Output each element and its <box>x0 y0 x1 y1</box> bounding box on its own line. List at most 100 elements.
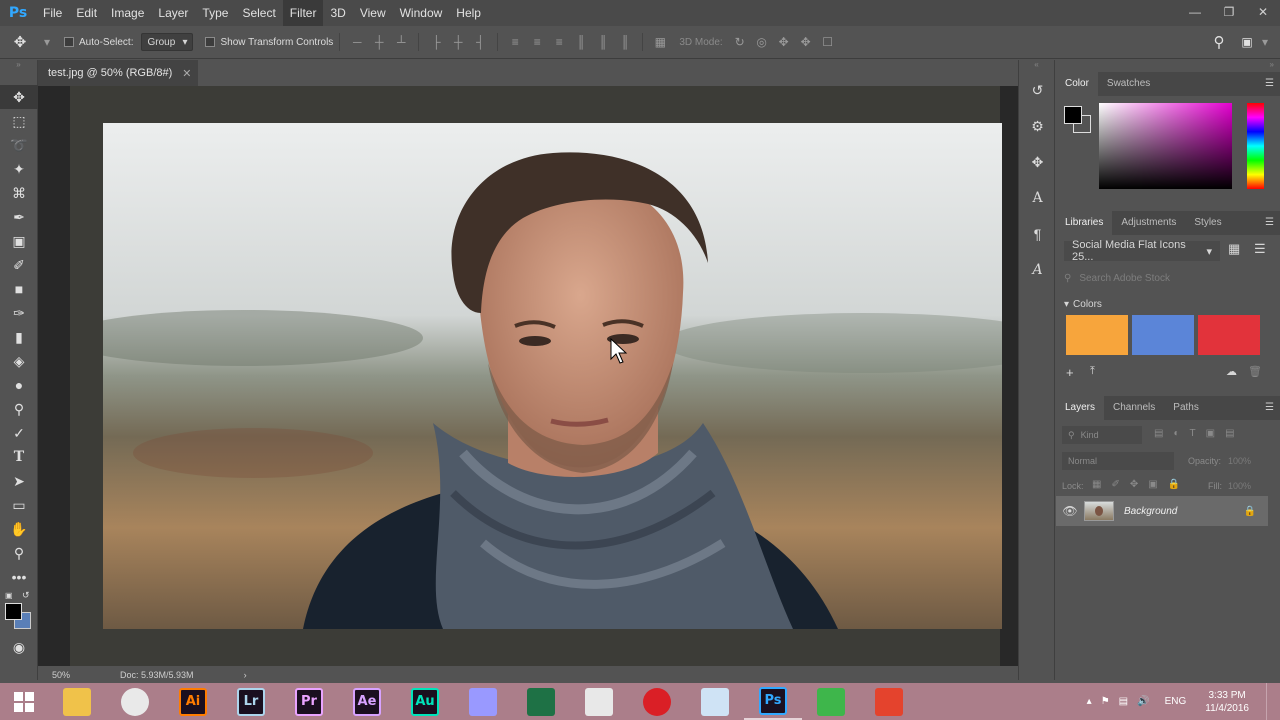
panel-menu-icon[interactable]: ☰ <box>1265 217 1274 228</box>
clone-stamp-tool-icon[interactable]: ■ <box>0 277 38 301</box>
history-brush-tool-icon[interactable]: ✑ <box>0 301 38 325</box>
tab-paths[interactable]: Paths <box>1164 396 1208 420</box>
distribute-bottom-icon[interactable]: ≡ <box>548 26 570 59</box>
trash-icon[interactable]: 🗑 <box>1248 365 1262 378</box>
filter-adjustment-icon[interactable]: ◐ <box>1173 428 1179 439</box>
collapse-chevron-icon[interactable]: « <box>1019 60 1054 72</box>
stock-search[interactable]: ⚲ Search Adobe Stock <box>1064 269 1272 287</box>
chevron-down-icon[interactable]: ▾ <box>40 26 54 59</box>
auto-select-checkbox[interactable] <box>64 37 74 47</box>
adjustments-panel-icon[interactable]: ✥ <box>1019 144 1056 180</box>
3d-roll-icon[interactable]: ◎ <box>751 26 773 59</box>
document-tab[interactable]: test.jpg @ 50% (RGB/8#) ✕ <box>38 60 198 86</box>
library-swatch-blue[interactable] <box>1132 315 1194 355</box>
filter-shape-icon[interactable]: ▣ <box>1206 428 1215 439</box>
panel-menu-icon[interactable]: ☰ <box>1265 402 1274 413</box>
tab-adjustments[interactable]: Adjustments <box>1112 211 1185 235</box>
auto-select-dropdown[interactable]: Group ▾ <box>141 33 194 51</box>
move-tool-preset-icon[interactable]: ✥ <box>0 26 40 59</box>
fill-value[interactable]: 100% <box>1228 481 1251 491</box>
add-icon[interactable]: + <box>1066 365 1074 380</box>
search-icon[interactable]: ⚲ <box>1208 26 1230 59</box>
brush-tool-icon[interactable]: ✐ <box>0 253 38 277</box>
layer-row[interactable]: 👁 Background 🔒 <box>1056 496 1268 526</box>
menu-view[interactable]: View <box>353 0 393 26</box>
panel-menu-icon[interactable]: ☰ <box>1265 78 1274 89</box>
paragraph-panel-icon[interactable]: ¶ <box>1019 216 1056 252</box>
zoom-tool-icon[interactable]: ⚲ <box>0 541 38 565</box>
taskbar-app-photoshop[interactable]: Ps <box>744 683 802 720</box>
menu-file[interactable]: File <box>36 0 69 26</box>
speaker-icon[interactable]: 🔊 <box>1137 696 1149 707</box>
path-select-tool-icon[interactable]: ➤ <box>0 469 38 493</box>
lasso-tool-icon[interactable]: ➰ <box>0 133 38 157</box>
move-tool-icon[interactable]: ✥ <box>0 85 38 109</box>
library-swatch-red[interactable] <box>1198 315 1260 355</box>
paint-bucket-tool-icon[interactable]: ◈ <box>0 349 38 373</box>
minimize-icon[interactable]: — <box>1178 0 1212 24</box>
colors-section-header[interactable]: ▾ Colors <box>1064 299 1102 310</box>
visibility-eye-icon[interactable]: 👁 <box>1056 504 1084 518</box>
layer-name[interactable]: Background <box>1124 506 1244 517</box>
dodge-tool-icon[interactable]: ⚲ <box>0 397 38 421</box>
filter-type-icon[interactable]: T <box>1190 428 1196 439</box>
lock-pixels-icon[interactable]: ✐ <box>1111 479 1119 490</box>
menu-layer[interactable]: Layer <box>151 0 195 26</box>
collapse-chevron-icon[interactable]: » <box>1056 60 1280 72</box>
distribute-hcenter-icon[interactable]: ║ <box>592 26 614 59</box>
3d-pan-icon[interactable]: ✥ <box>773 26 795 59</box>
blur-tool-icon[interactable]: ● <box>0 373 38 397</box>
align-top-icon[interactable]: ─ <box>346 26 368 59</box>
taskbar-app-premiere[interactable]: Pr <box>280 683 338 720</box>
eraser-tool-icon[interactable]: ▮ <box>0 325 38 349</box>
character-panel-icon[interactable]: A <box>1019 180 1056 216</box>
align-hcenter-icon[interactable]: ┼ <box>447 26 469 59</box>
tray-chevron-icon[interactable]: ▴ <box>1087 696 1092 707</box>
menu-window[interactable]: Window <box>393 0 450 26</box>
tab-swatches[interactable]: Swatches <box>1098 72 1159 96</box>
taskbar-app-media-encoder[interactable] <box>454 683 512 720</box>
properties-panel-icon[interactable]: ⚙ <box>1019 108 1056 144</box>
lock-artboard-icon[interactable]: ▣ <box>1148 479 1157 490</box>
workspace-icon[interactable]: ▣ <box>1236 26 1258 59</box>
grid-view-icon[interactable]: ▦ <box>1228 241 1240 257</box>
layer-filter-dropdown[interactable]: ⚲ Kind <box>1062 426 1142 444</box>
3d-slide-icon[interactable]: ✥ <box>795 26 817 59</box>
tab-channels[interactable]: Channels <box>1104 396 1164 420</box>
document-canvas[interactable] <box>70 86 1002 666</box>
default-colors-icon[interactable]: ▣ <box>5 591 13 600</box>
lock-position-icon[interactable]: ✥ <box>1130 479 1138 490</box>
history-panel-icon[interactable]: ↺ <box>1019 72 1056 108</box>
menu-image[interactable]: Image <box>104 0 151 26</box>
hand-tool-icon[interactable]: ✋ <box>0 517 38 541</box>
taskbar-app-file-explorer[interactable] <box>48 683 106 720</box>
marquee-tool-icon[interactable]: ⬚ <box>0 109 38 133</box>
distribute-vcenter-icon[interactable]: ≡ <box>526 26 548 59</box>
taskbar-app-creative-cloud[interactable] <box>628 683 686 720</box>
opacity-value[interactable]: 100% <box>1228 456 1251 466</box>
lock-transparent-icon[interactable]: ▦ <box>1092 479 1101 490</box>
crop-tool-icon[interactable]: ⌘ <box>0 181 38 205</box>
pen-tool-icon[interactable]: ✓ <box>0 421 38 445</box>
hue-slider[interactable] <box>1247 103 1264 189</box>
menu-filter[interactable]: Filter <box>282 0 324 26</box>
distribute-top-icon[interactable]: ≡ <box>504 26 526 59</box>
distribute-right-icon[interactable]: ║ <box>614 26 636 59</box>
restore-icon[interactable]: ❐ <box>1212 0 1246 24</box>
canvas-area[interactable] <box>38 86 1028 666</box>
lock-all-icon[interactable]: 🔒 <box>1168 479 1180 490</box>
taskbar-app-chrome[interactable] <box>106 683 164 720</box>
distribute-left-icon[interactable]: ║ <box>570 26 592 59</box>
taskbar-app-audition[interactable]: Au <box>396 683 454 720</box>
3d-scale-icon[interactable]: ☐ <box>817 26 839 59</box>
taskbar-app-paint[interactable] <box>570 683 628 720</box>
align-right-icon[interactable]: ┤ <box>469 26 491 59</box>
type-tool-icon[interactable]: T <box>0 445 38 469</box>
layer-lock-icon[interactable]: 🔒 <box>1244 506 1256 517</box>
rectangle-tool-icon[interactable]: ▭ <box>0 493 38 517</box>
auto-align-icon[interactable]: ▦ <box>649 26 671 59</box>
taskbar-app-camtasia-orange[interactable] <box>860 683 918 720</box>
tab-styles[interactable]: Styles <box>1185 211 1230 235</box>
healing-brush-tool-icon[interactable]: ▣ <box>0 229 38 253</box>
3d-orbit-icon[interactable]: ↻ <box>729 26 751 59</box>
